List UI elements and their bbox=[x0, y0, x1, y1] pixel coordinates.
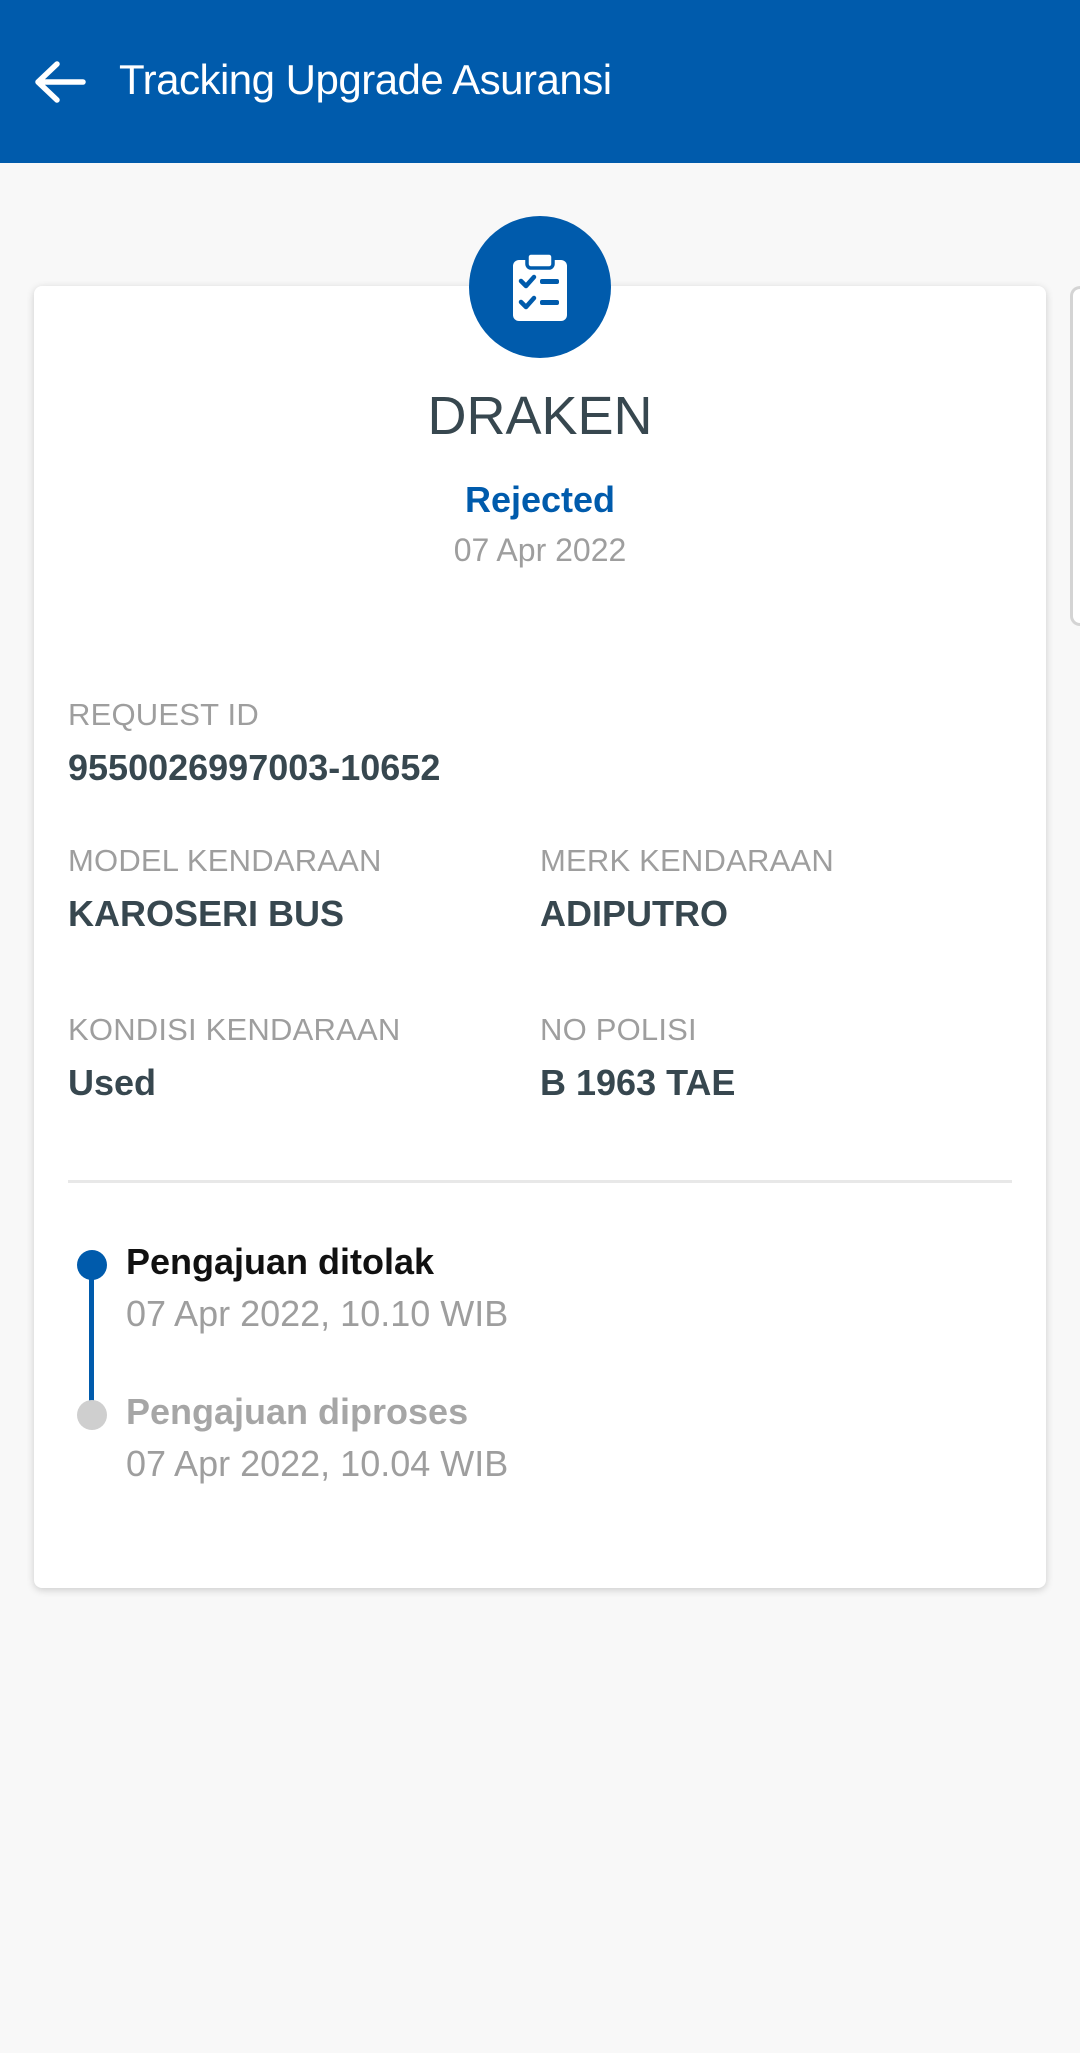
model-label: MODEL KENDARAAN bbox=[68, 843, 382, 878]
arrow-left-icon bbox=[35, 61, 86, 103]
timeline-line bbox=[89, 1265, 94, 1405]
merk-value: ADIPUTRO bbox=[540, 893, 728, 934]
timeline-item-time: 07 Apr 2022, 10.04 WIB bbox=[126, 1443, 509, 1484]
timeline-item-time: 07 Apr 2022, 10.10 WIB bbox=[126, 1293, 509, 1334]
vehicle-owner-name: DRAKEN bbox=[427, 386, 653, 446]
request-id-value: 9550026997003-10652 bbox=[68, 747, 441, 788]
status-date: 07 Apr 2022 bbox=[453, 532, 627, 568]
merk-label: MERK KENDARAAN bbox=[540, 843, 834, 878]
timeline-item-title: Pengajuan diproses bbox=[126, 1391, 469, 1432]
back-button[interactable] bbox=[30, 52, 90, 112]
polisi-value: B 1963 TAE bbox=[540, 1062, 736, 1103]
page-title: Tracking Upgrade Asuransi bbox=[119, 56, 612, 103]
next-card-peek[interactable] bbox=[1070, 286, 1080, 626]
timeline-dot-inactive bbox=[77, 1400, 107, 1430]
kondisi-value: Used bbox=[68, 1062, 157, 1103]
timeline-item-title: Pengajuan ditolak bbox=[126, 1241, 435, 1282]
model-value: KAROSERI BUS bbox=[68, 893, 345, 934]
status-text: Rejected bbox=[464, 479, 616, 520]
app-bar: Tracking Upgrade Asuransi bbox=[0, 0, 1080, 163]
divider bbox=[68, 1180, 1012, 1183]
status-badge-icon bbox=[469, 216, 611, 358]
timeline-dot-active bbox=[77, 1250, 107, 1280]
request-id-label: REQUEST ID bbox=[68, 697, 259, 732]
clipboard-check-icon bbox=[513, 251, 567, 321]
kondisi-label: KONDISI KENDARAAN bbox=[68, 1012, 401, 1047]
polisi-label: NO POLISI bbox=[540, 1012, 697, 1047]
